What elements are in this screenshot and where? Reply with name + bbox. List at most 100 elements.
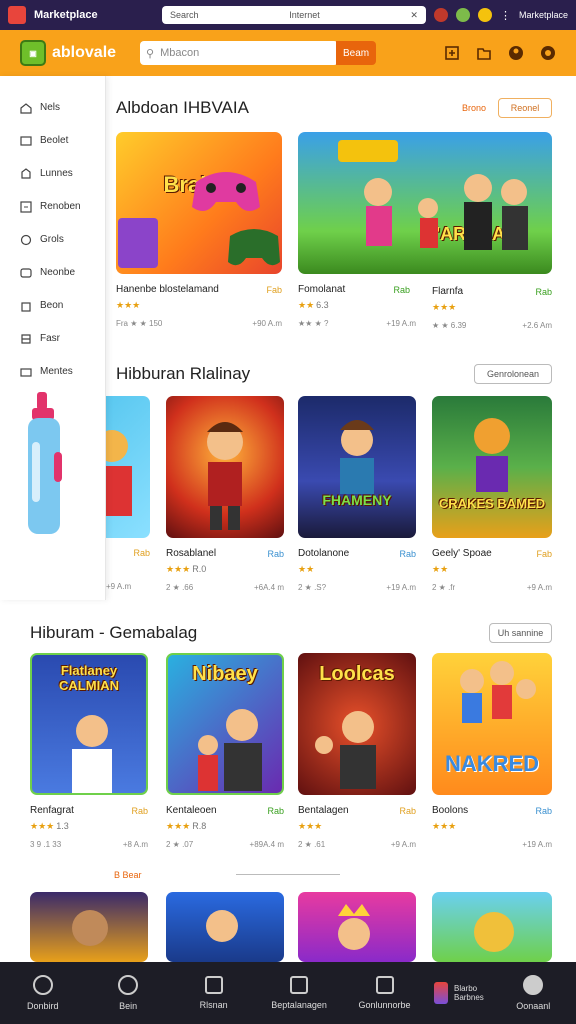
sidebar-item-label: Beon <box>40 300 64 311</box>
meta-right: +2.6 Am <box>522 321 552 330</box>
price-tag: Rab <box>267 548 284 559</box>
stars-value: ★★★ <box>166 821 191 831</box>
game-card-art[interactable] <box>432 892 552 962</box>
nav-item-downloads[interactable]: Beptalanagen <box>263 976 335 1010</box>
search-button[interactable]: Beam <box>336 41 377 65</box>
price-tag: Rab <box>267 805 284 816</box>
address-bar-right: Internet <box>289 10 320 20</box>
nav-item-discover[interactable]: Donbird <box>7 975 79 1011</box>
meta-right: +90 A.m <box>252 319 282 328</box>
game-card-art-text: FHAMENY <box>322 492 392 508</box>
notification-icon[interactable] <box>433 8 448 22</box>
stars-value: ★★★ <box>166 564 191 574</box>
game-card[interactable]: Nibaey Kentaleoen Rab ★★★ R.8 2 ★ .07 +89A.… <box>166 653 284 849</box>
game-card-art-text: Flatlaney CALMIAN <box>59 663 119 693</box>
game-card[interactable]: Brairin Hanenbe blostelamand Fab ★★★ Fra … <box>116 132 282 328</box>
sidebar-item-label: Neonbe <box>40 267 76 278</box>
meta-left: Fra ★ ★ 150 <box>116 319 163 328</box>
game-card[interactable]: Rosablanel Rab ★★★ R.0 2 ★ .66 +6A.4 m <box>166 396 284 592</box>
nav-label: Beptalanagen <box>271 1000 327 1010</box>
section-action-button[interactable]: Uh sannine <box>489 623 552 643</box>
nav-item-profile[interactable]: Oonaanl <box>497 975 569 1011</box>
recent-icon <box>20 200 32 213</box>
game-card[interactable]: FHAMENY Dotolanone Rab ★★ 2 ★ .S? +19 A.m <box>298 396 416 592</box>
price-tag: Rab <box>131 805 148 816</box>
sidebar-item-label: Mentes <box>40 366 73 377</box>
sidebar-item-home[interactable]: Nels <box>0 91 105 124</box>
game-title: Fomolanat <box>298 284 346 295</box>
more-menu-icon[interactable]: ⋮ <box>500 9 511 22</box>
library-icon <box>20 135 32 146</box>
see-all-link[interactable]: Brono <box>462 103 486 113</box>
nav-item-browse[interactable]: Bein <box>92 975 164 1011</box>
sidebar-item-settings[interactable]: Mentes <box>0 355 105 388</box>
game-card-art: NAKRED <box>432 653 552 795</box>
meta-right: +19 A.m <box>386 583 416 592</box>
close-icon[interactable]: ✕ <box>410 10 418 21</box>
meta-left: 3 9 .1 33 <box>30 840 62 849</box>
sidebar-item-recent[interactable]: Renoben <box>0 190 105 223</box>
game-card-art[interactable] <box>30 892 148 962</box>
settings-icon[interactable] <box>540 45 556 61</box>
meta-left: +9 A.m <box>106 582 132 591</box>
upload-icon[interactable] <box>444 45 460 61</box>
rating-stars: ★★★ <box>298 821 416 832</box>
game-title: Dotolanone <box>298 548 350 559</box>
water-bottle-image <box>28 392 62 534</box>
meta-left: 2 ★ .07 <box>166 840 194 849</box>
bottom-navigation: Donbird Bein Rlsnan Beptalanagen Gonlunn… <box>0 962 576 1024</box>
nav-promo[interactable]: Blarbo Barbnes <box>433 982 484 1004</box>
wishlist-icon <box>204 976 223 994</box>
brand-name: ablovale <box>52 44 117 61</box>
system-bar: Marketplace Search Internet ✕ ⋮ Marketpl… <box>0 0 576 30</box>
sidebar-item-games[interactable]: Lunnes <box>0 157 105 190</box>
game-card[interactable]: Flatlaney CALMIAN Renfagrat Rab ★★★ 1.3 3 … <box>30 653 148 849</box>
meta-right: +19 A.m <box>522 840 552 849</box>
nav-item-wishlist[interactable]: Rlsnan <box>178 976 250 1010</box>
system-menu-label[interactable]: Marketplace <box>519 10 568 20</box>
meta-right: +9 A.m <box>526 583 552 592</box>
meta-right: +89A.4 m <box>249 840 284 849</box>
game-card-art <box>166 396 284 538</box>
sidebar-item-favorites[interactable]: Fasr <box>0 322 105 355</box>
section-divider-label[interactable]: B Bear <box>114 870 142 880</box>
rating-value: 6.3 <box>316 300 329 310</box>
game-title: Renfagrat <box>30 805 74 816</box>
groups-icon <box>20 234 32 245</box>
section-action-button[interactable]: Reonel <box>498 98 552 118</box>
sidebar-item-label: Nels <box>40 102 61 113</box>
brand[interactable]: ▣ ablovale <box>20 40 116 66</box>
search-input[interactable]: ⚲ Mbacon <box>140 41 339 65</box>
address-bar[interactable]: Search Internet ✕ <box>162 6 426 24</box>
game-card[interactable]: NAKRED Boolons Rab ★★★ +19 A.m <box>432 653 552 849</box>
game-card-art[interactable] <box>166 892 284 962</box>
settings-icon <box>20 367 32 377</box>
price-tag: Rab <box>535 805 552 816</box>
sidebar-item-groups[interactable]: Grols <box>0 223 105 256</box>
browser-icon[interactable] <box>455 8 470 22</box>
stars-value: ★★★ <box>432 821 457 831</box>
nav-label: Oonaanl <box>516 1001 551 1011</box>
divider <box>236 874 340 875</box>
game-card[interactable]: CRAKES BAMED Geely' Spoae Fab ★★ 2 ★ .fr +… <box>432 396 552 592</box>
sidebar-item-store[interactable]: Beon <box>0 289 105 322</box>
game-title: Geely' Spoae <box>432 548 492 559</box>
folder-icon[interactable] <box>476 45 492 61</box>
user-icon[interactable] <box>508 45 524 61</box>
sidebar-item-news[interactable]: Neonbe <box>0 256 105 289</box>
section-action-button[interactable]: Genrolonean <box>474 364 552 384</box>
game-card[interactable]: Rab +9 A.m <box>106 396 150 591</box>
game-title: Boolons <box>432 805 469 816</box>
coin-icon[interactable] <box>477 8 492 22</box>
sidebar-item-library[interactable]: Beolet <box>0 124 105 157</box>
stars-value: ★★ <box>432 564 449 574</box>
meta-left: 2 ★ .61 <box>298 840 326 849</box>
game-title: Bentalagen <box>298 805 349 816</box>
sidebar-item-label: Grols <box>40 234 64 245</box>
price-tag: Fab <box>536 548 552 559</box>
game-card-art: Brairin <box>116 132 282 274</box>
game-card-art[interactable] <box>298 892 416 962</box>
game-card[interactable]: Loolcas Bentalagen Rab ★★★ 2 ★ .61 +9 A.m <box>298 653 416 849</box>
nav-item-community[interactable]: Gonlunnorbe <box>349 976 421 1010</box>
game-card-info[interactable]: Flarnfa Rab ★★★ ★ ★ 6.39 +2.6 Am <box>432 276 552 330</box>
